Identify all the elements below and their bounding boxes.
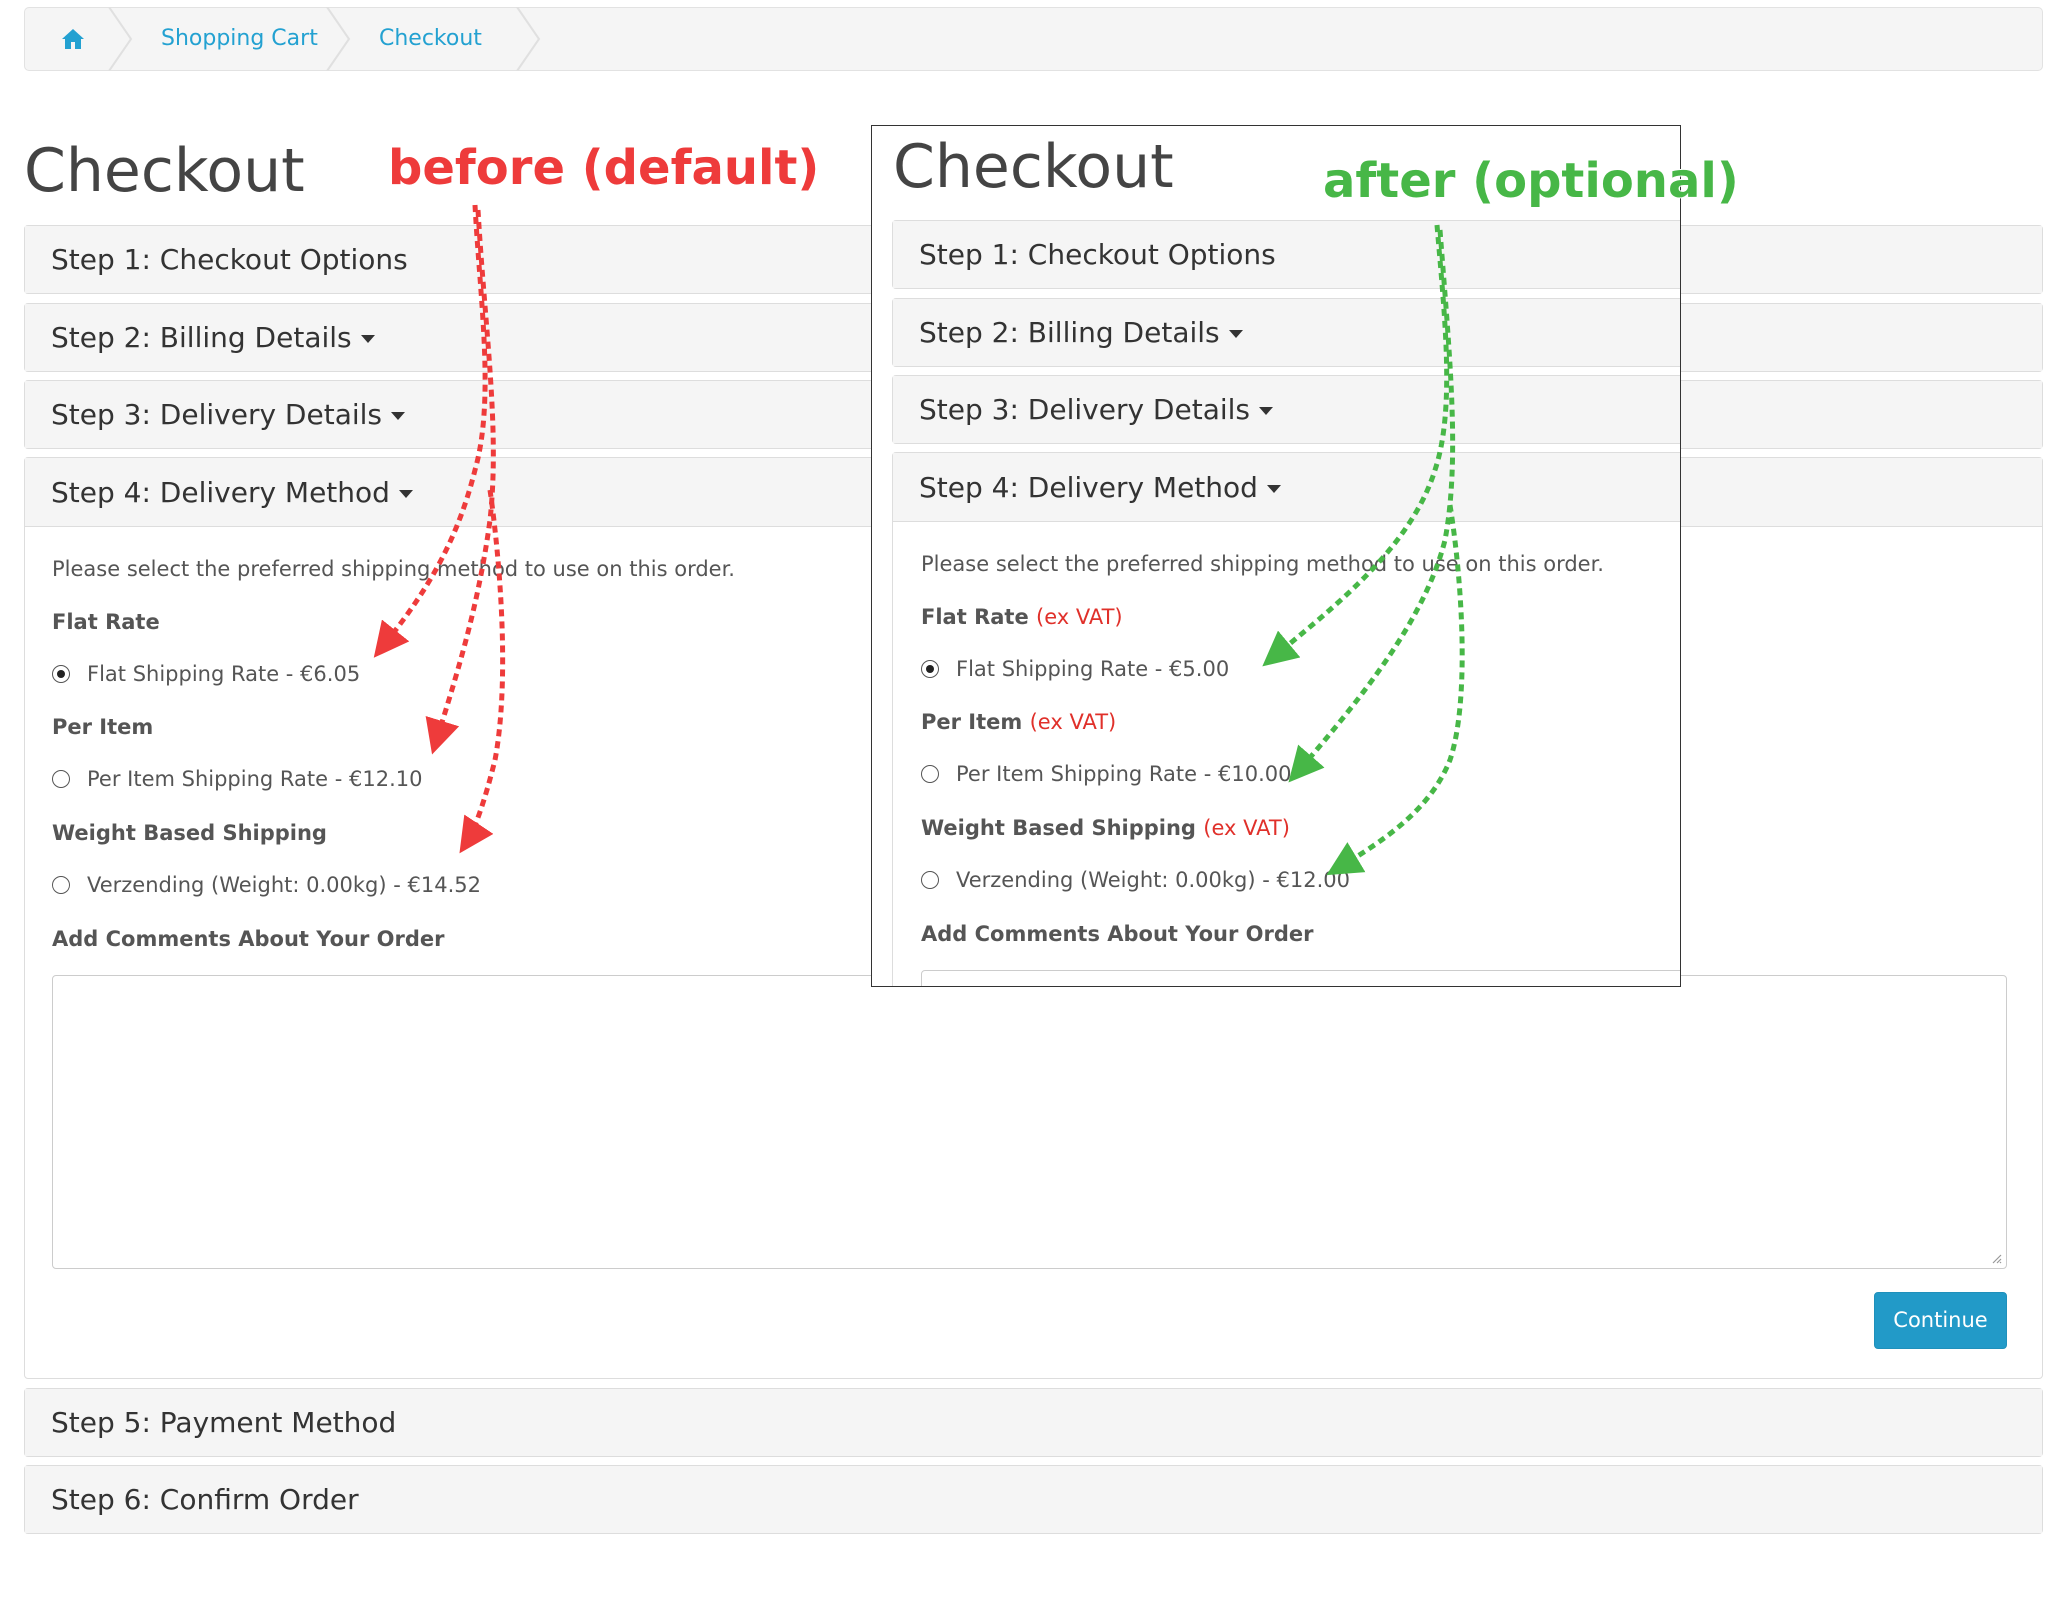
red-arrow: [425, 209, 496, 755]
green-arrow: [1262, 224, 1450, 667]
green-arrow: [1288, 229, 1456, 783]
annotation-arrows: [373, 204, 1465, 876]
green-arrow: [1326, 504, 1465, 876]
red-arrow: [373, 204, 488, 658]
red-arrow: [459, 489, 506, 854]
